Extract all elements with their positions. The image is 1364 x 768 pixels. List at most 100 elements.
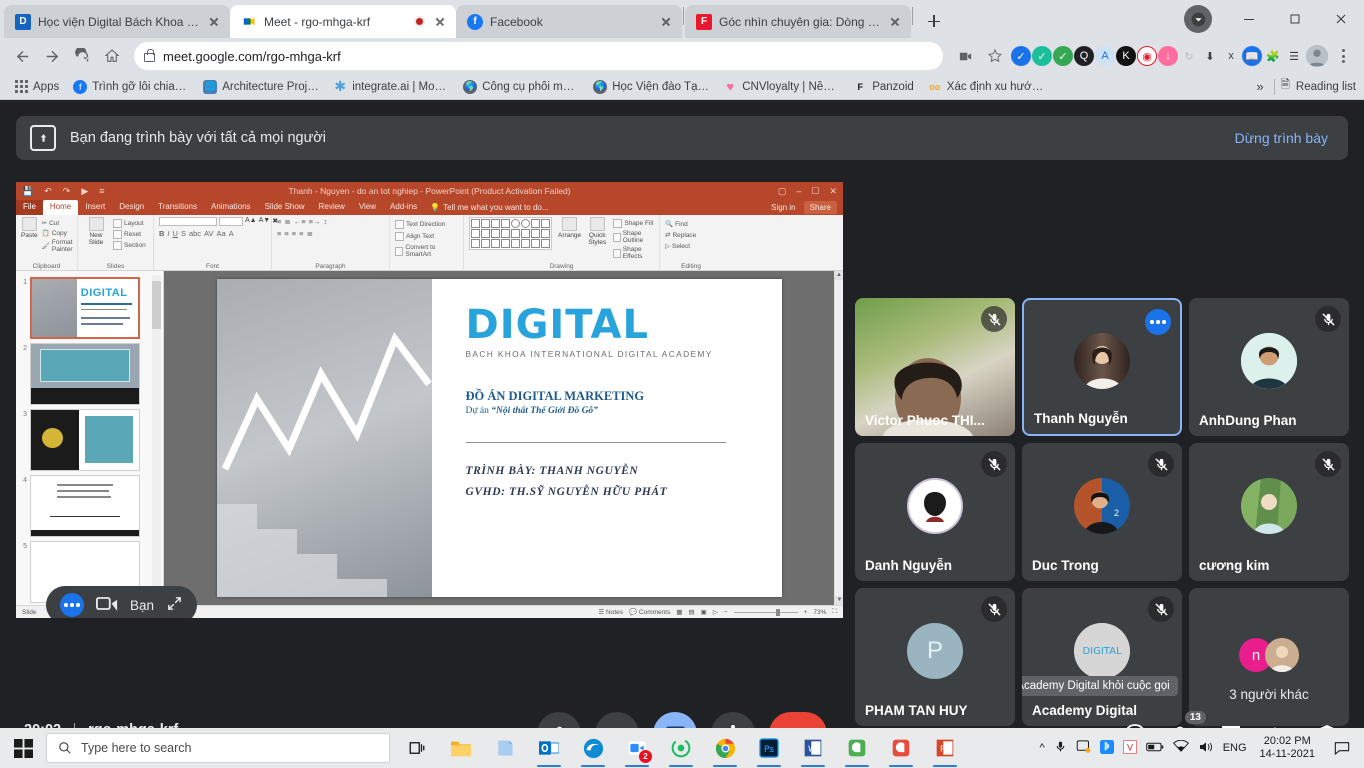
bookmark-item-6[interactable]: ♥ CNVloyalty | Nền tả... — [717, 77, 845, 97]
extension-green-flag-icon[interactable]: ✓ — [1053, 46, 1073, 66]
numbering-icon[interactable]: ≣ — [284, 217, 290, 226]
bookmark-item-4[interactable]: 🌎 Công cụ phối màu... — [457, 77, 585, 97]
participant-tile-anhdung-phan[interactable]: AnhDung Phan — [1189, 298, 1349, 436]
find-button[interactable]: 🔍 Find — [665, 220, 688, 229]
bookmark-item-8[interactable]: oo Xác định xu hướng... — [922, 77, 1050, 97]
address-bar[interactable]: meet.google.com/rgo-mhga-krf — [134, 42, 943, 70]
undo-icon[interactable]: ↶ — [44, 186, 52, 197]
word-icon[interactable]: W — [792, 728, 834, 768]
zoom-in-icon[interactable]: + — [804, 609, 808, 616]
ribbon-tab-file[interactable]: File — [16, 200, 43, 215]
reset-button[interactable]: Reset — [113, 230, 146, 239]
participant-tile-victor-phuoc[interactable]: Victor Phuoc THI... — [855, 298, 1015, 436]
ribbon-tab-transitions[interactable]: Transitions — [151, 200, 204, 215]
zoom-slider[interactable] — [733, 608, 798, 616]
paste-button[interactable]: Paste — [21, 217, 38, 239]
zalo-icon[interactable] — [836, 728, 878, 768]
outlook-icon[interactable] — [528, 728, 570, 768]
tab-close-icon[interactable] — [887, 14, 903, 30]
arrange-button[interactable]: Arrange — [558, 217, 581, 239]
sorter-view-icon[interactable]: ▤ — [689, 608, 695, 616]
justify-icon[interactable]: ≡ — [299, 229, 303, 238]
search-input[interactable]: Type here to search — [46, 733, 390, 763]
ppt-minimize-button[interactable]: – — [796, 186, 801, 197]
wifi-tray-icon[interactable] — [1172, 739, 1189, 756]
unikey-tray-icon[interactable]: V — [1122, 739, 1137, 757]
tab-close-icon[interactable] — [432, 14, 448, 30]
self-preview-chip[interactable]: Bạn — [46, 586, 198, 618]
thumbnail-row[interactable]: 2 — [16, 341, 163, 407]
copy-button[interactable]: 📋 Copy — [42, 229, 73, 238]
camera-blocked-icon[interactable] — [951, 42, 979, 70]
expand-arrows-icon[interactable] — [166, 595, 183, 615]
redo-icon[interactable]: ↷ — [63, 186, 71, 197]
tell-me-search[interactable]: 💡 Tell me what you want to do... — [430, 200, 548, 215]
shadow-button[interactable]: S — [181, 229, 186, 238]
extension-download-pink-icon[interactable]: ↓ — [1158, 46, 1178, 66]
slide-thumbnail-panel[interactable]: 1 DIGITAL 2 3 4 5 — [16, 271, 164, 605]
extension-magnifier-icon[interactable]: x — [1221, 46, 1241, 66]
zoom-out-icon[interactable]: − — [724, 609, 728, 616]
bullets-icon[interactable]: ≡ — [277, 217, 281, 226]
window-close-button[interactable] — [1318, 0, 1364, 38]
save-icon[interactable]: 💾 — [22, 186, 33, 197]
browser-tab-2[interactable]: f Facebook — [456, 5, 682, 38]
microphone-tray-icon[interactable] — [1054, 739, 1067, 757]
shape-fill-button[interactable]: Shape Fill — [613, 219, 654, 228]
shape-outline-button[interactable]: Shape Outline — [613, 230, 654, 244]
fit-to-window-icon[interactable]: ⛶ — [832, 608, 837, 616]
layout-button[interactable]: Layout — [113, 219, 146, 228]
camera-icon[interactable] — [96, 596, 118, 614]
stop-presenting-button[interactable]: Dừng trình bày — [1235, 130, 1328, 146]
reading-view-icon[interactable]: ▣ — [701, 608, 707, 616]
text-direction-button[interactable]: Text Direction — [395, 220, 445, 229]
character-spacing-icon[interactable]: AV — [204, 229, 213, 238]
participant-more-options-icon[interactable] — [1145, 309, 1171, 335]
customize-qat-icon[interactable]: ≡ — [99, 186, 104, 196]
replace-button[interactable]: ⇄ Replace — [665, 231, 696, 240]
line-spacing-icon[interactable]: ↕ — [323, 217, 327, 226]
slide-thumbnail-3[interactable] — [30, 409, 140, 471]
downloads-icon[interactable]: ⬇ — [1200, 46, 1220, 66]
convert-smartart-button[interactable]: Convert to SmartArt — [395, 244, 458, 258]
ribbon-tab-insert[interactable]: Insert — [78, 200, 112, 215]
chrome-menu-icon[interactable] — [1330, 42, 1356, 70]
thumbnail-scrollbar[interactable] — [152, 275, 161, 601]
thumbnail-row[interactable]: 3 — [16, 407, 163, 473]
shape-gallery[interactable] — [469, 217, 552, 250]
slide-thumbnail-1[interactable]: DIGITAL — [30, 277, 140, 339]
extension-check-icon[interactable]: ✓ — [1032, 46, 1052, 66]
quick-styles-button[interactable]: Quick Styles — [587, 217, 607, 246]
scrollbar-thumb[interactable] — [152, 281, 161, 329]
more-dots-icon[interactable] — [60, 593, 84, 617]
font-size-select[interactable] — [219, 217, 243, 226]
extension-book-icon[interactable]: 📖 — [1242, 46, 1262, 66]
canvas-scrollbar[interactable]: ▲ ▼ — [834, 271, 843, 605]
start-slideshow-icon[interactable]: ▶ — [81, 186, 88, 197]
photoshop-icon[interactable]: Ps — [748, 728, 790, 768]
increase-font-icon[interactable]: A▲ — [245, 217, 257, 226]
align-right-icon[interactable]: ≡ — [292, 229, 296, 238]
new-tab-button[interactable] — [920, 7, 948, 35]
ppt-restore-button[interactable]: ☐ — [811, 186, 819, 197]
extension-translate-icon[interactable]: A — [1095, 46, 1115, 66]
file-explorer-icon[interactable] — [440, 728, 482, 768]
bookmark-apps[interactable]: Apps — [8, 77, 65, 97]
decrease-font-icon[interactable]: A▼ — [259, 217, 271, 226]
edge-icon[interactable] — [572, 728, 614, 768]
extensions-puzzle-icon[interactable]: 🧩 — [1263, 46, 1283, 66]
font-family-select[interactable] — [159, 217, 217, 226]
slide-thumbnail-4[interactable] — [30, 475, 140, 537]
back-icon[interactable] — [8, 42, 36, 70]
ppt-help-icon[interactable]: ▢ — [778, 186, 787, 197]
action-center-icon[interactable] — [1328, 728, 1356, 768]
underline-button[interactable]: U — [173, 229, 178, 238]
browser-tab-0[interactable]: D Học viện Digital Bách Khoa | Bac — [4, 5, 230, 38]
bookmark-item-1[interactable]: f Trình gỡ lỗi chia sẻ... — [67, 77, 195, 97]
font-color-icon[interactable]: A — [229, 229, 234, 238]
zoom-icon[interactable]: 2 — [616, 728, 658, 768]
extension-list-icon[interactable]: ☰ — [1284, 46, 1304, 66]
bookmark-item-2[interactable]: 🌐 Architecture Project... — [197, 77, 325, 97]
slide-editing-canvas[interactable]: DIGITAL BACH KHOA INTERNATIONAL DIGITAL … — [164, 271, 834, 605]
onedrive-tray-icon[interactable] — [1076, 739, 1091, 757]
